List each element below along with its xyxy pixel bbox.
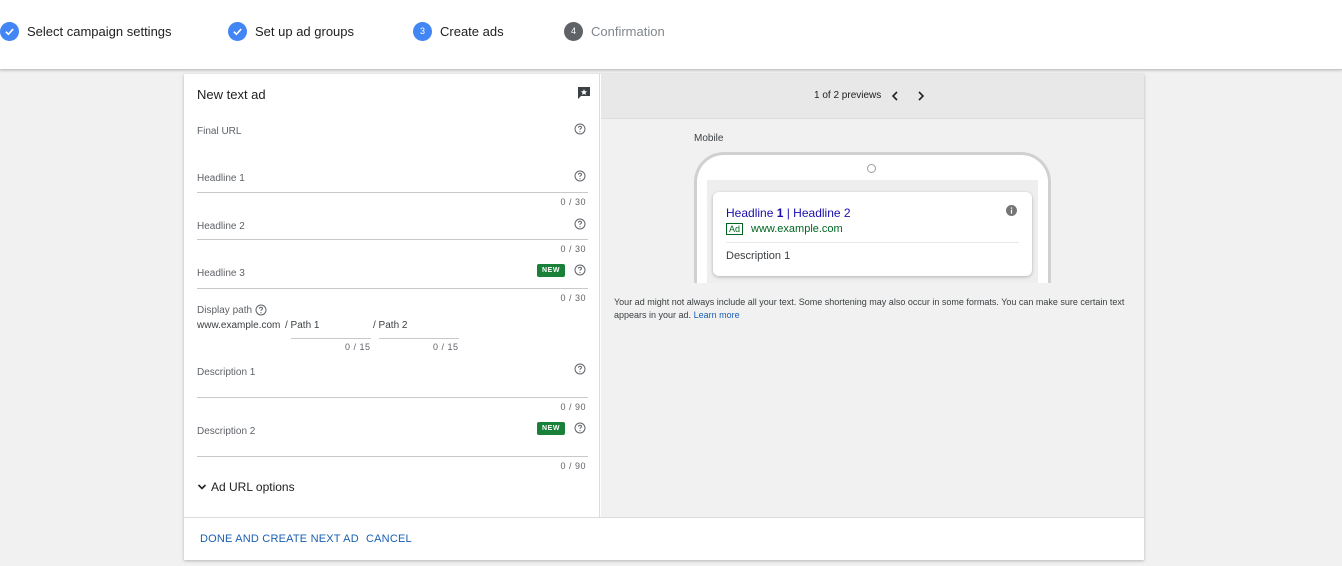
check-circle-icon xyxy=(0,21,19,41)
help-icon[interactable] xyxy=(255,304,267,316)
display-domain: www.example.com xyxy=(197,320,281,331)
path-2-input[interactable]: / Path 2 xyxy=(373,320,457,331)
char-counter: 0 / 90 xyxy=(560,402,586,412)
help-icon[interactable] xyxy=(574,422,586,434)
input-underline xyxy=(379,338,459,339)
path-1-input[interactable]: / Path 1 xyxy=(285,320,369,331)
ad-headline: Headline 1 | Headline 2 xyxy=(726,206,851,220)
input-underline xyxy=(197,239,588,240)
new-badge: NEW xyxy=(537,422,566,435)
ad-description: Description 1 xyxy=(726,250,791,262)
help-icon[interactable] xyxy=(574,170,586,182)
help-icon[interactable] xyxy=(574,123,586,135)
input-underline xyxy=(197,288,588,289)
ad-preview-card: Headline 1 | Headline 2 Ad www.example.c… xyxy=(713,192,1032,276)
ad-url-row: Ad www.example.com xyxy=(726,223,843,235)
ad-url-options-toggle[interactable]: Ad URL options xyxy=(197,480,295,494)
step-number: 4 xyxy=(564,21,583,41)
input-underline xyxy=(291,338,371,339)
mobile-phone-frame: Headline 1 | Headline 2 Ad www.example.c… xyxy=(694,152,1051,283)
ad-display-url: www.example.com xyxy=(751,223,843,235)
headline-2-input[interactable] xyxy=(197,218,567,240)
step-label: Select campaign settings xyxy=(27,23,172,39)
step-confirmation[interactable]: 4 Confirmation xyxy=(564,21,665,41)
description-1-label: Description 1 xyxy=(197,367,256,378)
headline-2-label: Headline 2 xyxy=(197,221,245,232)
chevron-right-icon[interactable] xyxy=(914,89,928,103)
new-badge: NEW xyxy=(537,264,566,277)
step-label: Create ads xyxy=(440,23,504,39)
chevron-left-icon[interactable] xyxy=(888,89,902,103)
help-icon[interactable] xyxy=(574,363,586,375)
char-counter: 0 / 90 xyxy=(560,461,586,471)
display-path-label: Display path xyxy=(197,305,253,316)
final-url-label: Final URL xyxy=(197,126,242,137)
card-footer: DONE AND CREATE NEXT AD CANCEL xyxy=(184,517,1144,560)
step-create-ads[interactable]: 3 Create ads xyxy=(413,21,504,41)
check-circle-icon xyxy=(228,21,247,41)
input-underline xyxy=(197,397,588,398)
feedback-icon[interactable] xyxy=(576,85,592,101)
input-underline xyxy=(197,456,588,457)
char-counter: 0 / 15 xyxy=(433,342,459,352)
phone-screen: Headline 1 | Headline 2 Ad www.example.c… xyxy=(707,180,1038,283)
form-title: New text ad xyxy=(197,87,266,102)
step-select-campaign-settings[interactable]: Select campaign settings xyxy=(0,21,172,41)
help-icon[interactable] xyxy=(574,264,586,276)
camera-icon xyxy=(867,164,876,173)
done-and-create-next-ad-button[interactable]: DONE AND CREATE NEXT AD xyxy=(200,533,359,545)
chevron-down-icon xyxy=(197,484,207,490)
preview-header: 1 of 2 previews xyxy=(601,74,1144,119)
divider xyxy=(726,242,1019,243)
step-set-up-ad-groups[interactable]: Set up ad groups xyxy=(228,21,354,41)
help-icon[interactable] xyxy=(574,218,586,230)
device-label: Mobile xyxy=(694,133,724,144)
input-underline xyxy=(197,192,588,193)
ad-editor-card: New text ad Final URL Headline 1 0 / 30 … xyxy=(184,74,1144,560)
headline-1-input[interactable] xyxy=(197,170,567,192)
headline-3-label: Headline 3 xyxy=(197,268,245,279)
ad-url-options-label: Ad URL options xyxy=(211,480,295,494)
headline-3-input[interactable] xyxy=(197,265,527,287)
learn-more-link[interactable]: Learn more xyxy=(694,310,740,320)
step-number: 3 xyxy=(413,21,432,41)
preview-disclaimer: Your ad might not always include all you… xyxy=(614,297,1125,320)
ad-form: New text ad Final URL Headline 1 0 / 30 … xyxy=(184,74,600,517)
progress-stepper: Select campaign settings Set up ad group… xyxy=(0,0,1342,70)
final-url-input[interactable] xyxy=(197,140,588,160)
cancel-button[interactable]: CANCEL xyxy=(366,533,412,545)
char-counter: 0 / 15 xyxy=(345,342,371,352)
char-counter: 0 / 30 xyxy=(560,244,586,254)
info-icon[interactable] xyxy=(1006,205,1017,216)
char-counter: 0 / 30 xyxy=(560,197,586,207)
description-2-label: Description 2 xyxy=(197,426,256,437)
headline-1-label: Headline 1 xyxy=(197,173,245,184)
preview-count: 1 of 2 previews xyxy=(814,90,882,101)
char-counter: 0 / 30 xyxy=(560,293,586,303)
step-label: Set up ad groups xyxy=(255,23,355,39)
ad-preview-pane: 1 of 2 previews Mobile Headline 1 | Head… xyxy=(601,74,1144,517)
ad-tag: Ad xyxy=(726,223,744,235)
step-label: Confirmation xyxy=(591,23,665,39)
